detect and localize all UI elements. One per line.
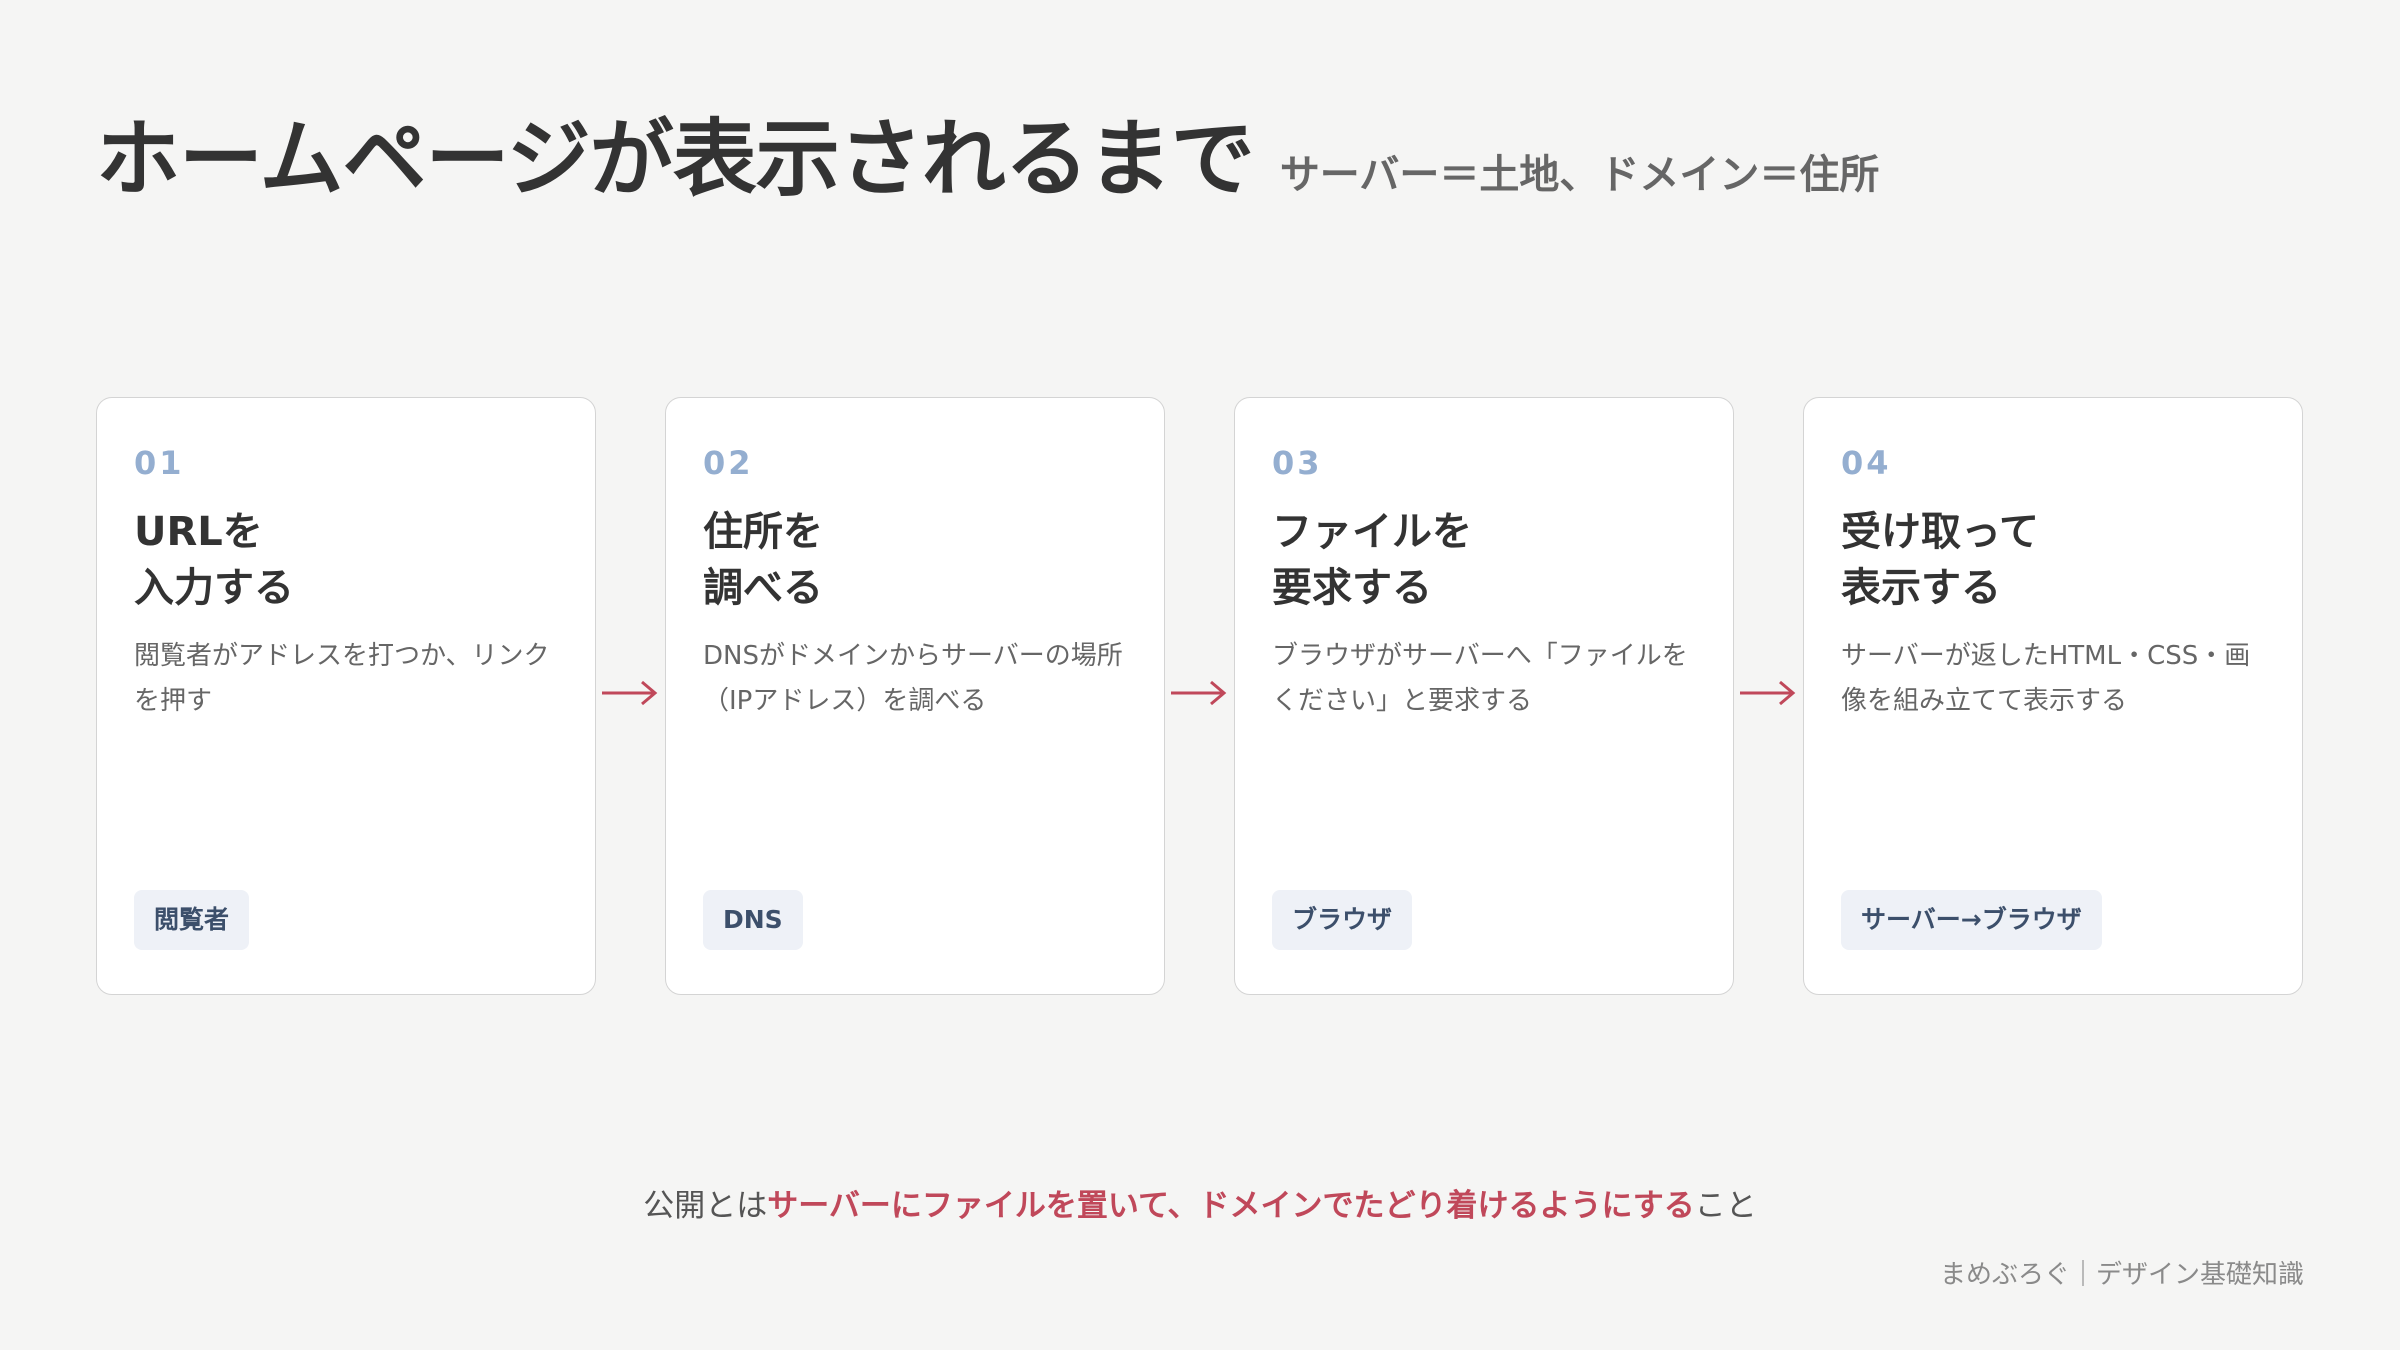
step-heading: 住所を 調べる <box>703 509 823 611</box>
step-card-4: 04 受け取って 表示する サーバーが返したHTML・CSS・画像を組み立てて表… <box>1803 397 2303 995</box>
site-credit: まめぶろぐ｜デザイン基礎知識 <box>1939 1260 2304 1290</box>
step-tag: サーバー→ブラウザ <box>1841 890 2102 950</box>
arrow-right-icon <box>1171 680 1227 706</box>
step-heading: 受け取って 表示する <box>1841 509 2039 611</box>
summary-suffix: こと <box>1694 1188 1757 1224</box>
arrow-right-icon <box>602 680 658 706</box>
step-card-2: 02 住所を 調べる DNSがドメインからサーバーの場所（IPアドレス）を調べる… <box>665 397 1165 995</box>
steps-flow: 01 URLを 入力する 閲覧者がアドレスを打つか、リンクを押す 閲覧者 02 … <box>96 397 2304 997</box>
step-heading: URLを 入力する <box>134 509 294 611</box>
summary-emphasis: サーバーにファイルを置いて、ドメインでたどり着けるようにする <box>767 1188 1695 1224</box>
step-number: 04 <box>1841 444 1892 482</box>
arrow-right-icon <box>1740 680 1796 706</box>
step-description: ブラウザがサーバーへ「ファイルをください」と要求する <box>1272 641 1688 716</box>
step-description: DNSがドメインからサーバーの場所（IPアドレス）を調べる <box>703 641 1123 716</box>
page-title: ホームページが表示されるまで <box>96 110 1255 208</box>
step-card-3: 03 ファイルを 要求する ブラウザがサーバーへ「ファイルをください」と要求する… <box>1234 397 1734 995</box>
step-number: 02 <box>703 444 754 482</box>
summary-statement: 公開とはサーバーにファイルを置いて、ドメインでたどり着けるようにすること <box>0 1180 2400 1225</box>
step-number: 03 <box>1272 444 1323 482</box>
step-tag: DNS <box>703 890 803 950</box>
page-subtitle: サーバー＝土地、ドメイン＝住所 <box>1279 152 1880 198</box>
step-heading: ファイルを 要求する <box>1272 509 1472 611</box>
summary-prefix: 公開とは <box>643 1188 768 1224</box>
step-tag: 閲覧者 <box>134 890 250 950</box>
step-number: 01 <box>134 444 185 482</box>
step-description: サーバーが返したHTML・CSS・画像を組み立てて表示する <box>1841 641 2251 716</box>
page-header: ホームページが表示されるまで サーバー＝土地、ドメイン＝住所 <box>96 92 1879 213</box>
step-card-1: 01 URLを 入力する 閲覧者がアドレスを打つか、リンクを押す 閲覧者 <box>96 397 596 995</box>
step-tag: ブラウザ <box>1272 890 1413 950</box>
step-description: 閲覧者がアドレスを打つか、リンクを押す <box>134 641 550 716</box>
